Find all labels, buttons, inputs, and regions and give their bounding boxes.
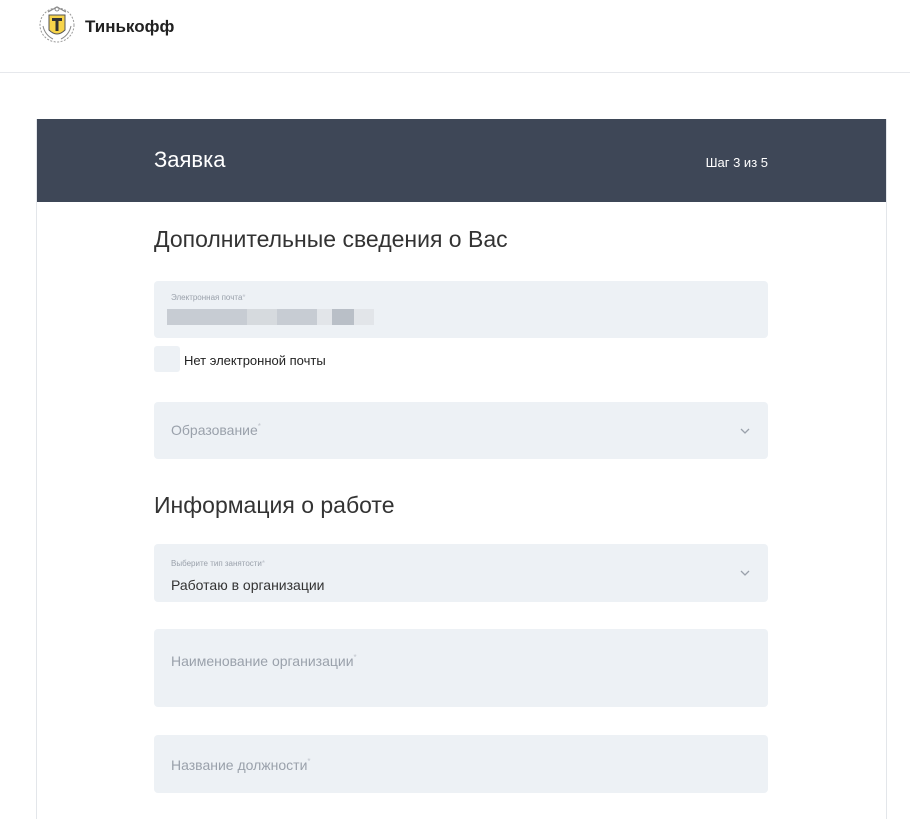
position-title-placeholder: Название должности* [171, 757, 311, 773]
step-indicator: Шаг 3 из 5 [705, 155, 768, 170]
position-title-input[interactable]: Название должности* [154, 735, 768, 793]
employment-type-select[interactable]: Выберите тип занятости* Работаю в органи… [154, 544, 768, 602]
section-title-additional-info: Дополнительные сведения о Вас [154, 226, 508, 252]
card-header: Заявка Шаг 3 из 5 [37, 119, 886, 202]
email-value-blurred [167, 309, 247, 325]
top-header: Тинькофф [0, 0, 910, 73]
organization-name-placeholder: Наименование организации* [171, 653, 357, 669]
email-value-blurred [317, 309, 332, 325]
chevron-down-icon [740, 428, 750, 434]
email-value-blurred [277, 309, 317, 325]
organization-name-input[interactable]: Наименование организации* [154, 629, 768, 707]
no-email-checkbox-label[interactable]: Нет электронной почты [184, 353, 326, 368]
brand-name[interactable]: Тинькофф [85, 17, 174, 37]
tinkoff-crest-icon[interactable] [36, 2, 78, 44]
education-select[interactable]: Образование* [154, 402, 768, 459]
email-value-blurred [332, 309, 354, 325]
section-title-work-info: Информация о работе [154, 492, 395, 518]
no-email-checkbox[interactable] [154, 346, 180, 372]
email-value-blurred [247, 309, 277, 325]
email-field[interactable]: Электронная почта* [154, 281, 768, 338]
employment-type-label: Выберите тип занятости* [171, 559, 266, 568]
card-title: Заявка [154, 147, 226, 172]
email-field-label: Электронная почта* [171, 293, 246, 302]
application-card: Заявка Шаг 3 из 5 Дополнительные сведени… [36, 119, 887, 819]
education-placeholder: Образование* [171, 422, 261, 438]
email-value-blurred [354, 309, 374, 325]
chevron-down-icon [740, 570, 750, 576]
employment-type-value: Работаю в организации [171, 577, 325, 593]
